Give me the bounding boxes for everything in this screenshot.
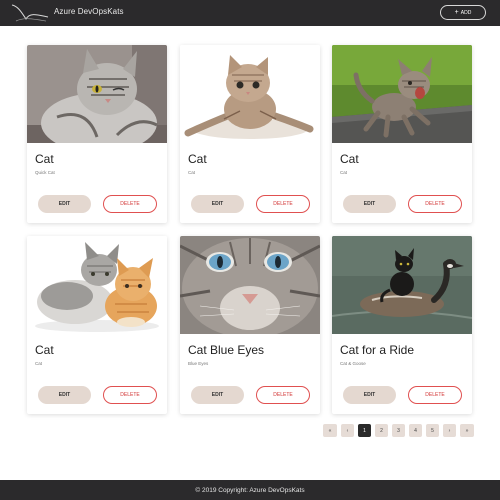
card-subtitle: Blue Eyes <box>188 361 209 366</box>
cat-card: Cat Cat EDIT DELETE <box>27 236 167 414</box>
cat-card: Cat Cat EDIT DELETE <box>332 45 472 223</box>
delete-button[interactable]: DELETE <box>103 195 157 213</box>
card-subtitle: Cat <box>188 170 196 175</box>
card-subtitle: Cat & Goose <box>340 361 366 366</box>
plus-icon: + <box>454 9 459 16</box>
first-page-button[interactable]: « <box>323 424 337 437</box>
add-button-label: ADD <box>460 9 472 16</box>
cat-photo[interactable] <box>27 236 167 334</box>
card-title: Cat Blue Eyes <box>188 343 265 357</box>
edit-button[interactable]: EDIT <box>191 195 244 213</box>
card-title: Cat <box>35 152 54 166</box>
last-page-button[interactable]: » <box>460 424 474 437</box>
page-button-1[interactable]: 1 <box>358 424 371 437</box>
edit-button[interactable]: EDIT <box>343 386 396 404</box>
pagination: « ‹ 1 2 3 4 5 › » <box>323 424 474 437</box>
edit-button[interactable]: EDIT <box>343 195 396 213</box>
edit-button[interactable]: EDIT <box>191 386 244 404</box>
cat-card: Cat Cat EDIT DELETE <box>180 45 320 223</box>
delete-button[interactable]: DELETE <box>408 386 462 404</box>
logo-icon <box>11 4 49 22</box>
cat-photo[interactable] <box>180 236 320 334</box>
cat-photo[interactable] <box>180 45 320 143</box>
cat-photo[interactable] <box>27 45 167 143</box>
page-button-2[interactable]: 2 <box>375 424 388 437</box>
delete-button[interactable]: DELETE <box>408 195 462 213</box>
card-title: Cat for a Ride <box>340 343 415 357</box>
cat-card: Cat Quick Cat EDIT DELETE <box>27 45 167 223</box>
page-button-5[interactable]: 5 <box>426 424 439 437</box>
card-subtitle: Cat <box>35 361 43 366</box>
cat-photo[interactable] <box>332 236 472 334</box>
cat-card: Cat Blue Eyes Blue Eyes EDIT DELETE <box>180 236 320 414</box>
cat-card: Cat for a Ride Cat & Goose EDIT DELETE <box>332 236 472 414</box>
delete-button[interactable]: DELETE <box>256 195 310 213</box>
next-page-button[interactable]: › <box>443 424 456 437</box>
card-title: Cat <box>340 152 359 166</box>
card-subtitle: Cat <box>340 170 348 175</box>
edit-button[interactable]: EDIT <box>38 195 91 213</box>
card-title: Cat <box>35 343 54 357</box>
edit-button[interactable]: EDIT <box>38 386 91 404</box>
delete-button[interactable]: DELETE <box>103 386 157 404</box>
brand-title[interactable]: Azure DevOpsKats <box>54 7 124 16</box>
card-title: Cat <box>188 152 207 166</box>
cat-photo[interactable] <box>332 45 472 143</box>
footer: © 2019 Copyright: Azure DevOpsKats <box>0 480 500 500</box>
page-button-3[interactable]: 3 <box>392 424 405 437</box>
card-subtitle: Quick Cat <box>35 170 55 175</box>
delete-button[interactable]: DELETE <box>256 386 310 404</box>
prev-page-button[interactable]: ‹ <box>341 424 354 437</box>
copyright-text: © 2019 Copyright: Azure DevOpsKats <box>195 486 305 494</box>
add-button[interactable]: + ADD <box>440 5 486 20</box>
navbar: Azure DevOpsKats + ADD <box>0 0 500 26</box>
page-button-4[interactable]: 4 <box>409 424 422 437</box>
